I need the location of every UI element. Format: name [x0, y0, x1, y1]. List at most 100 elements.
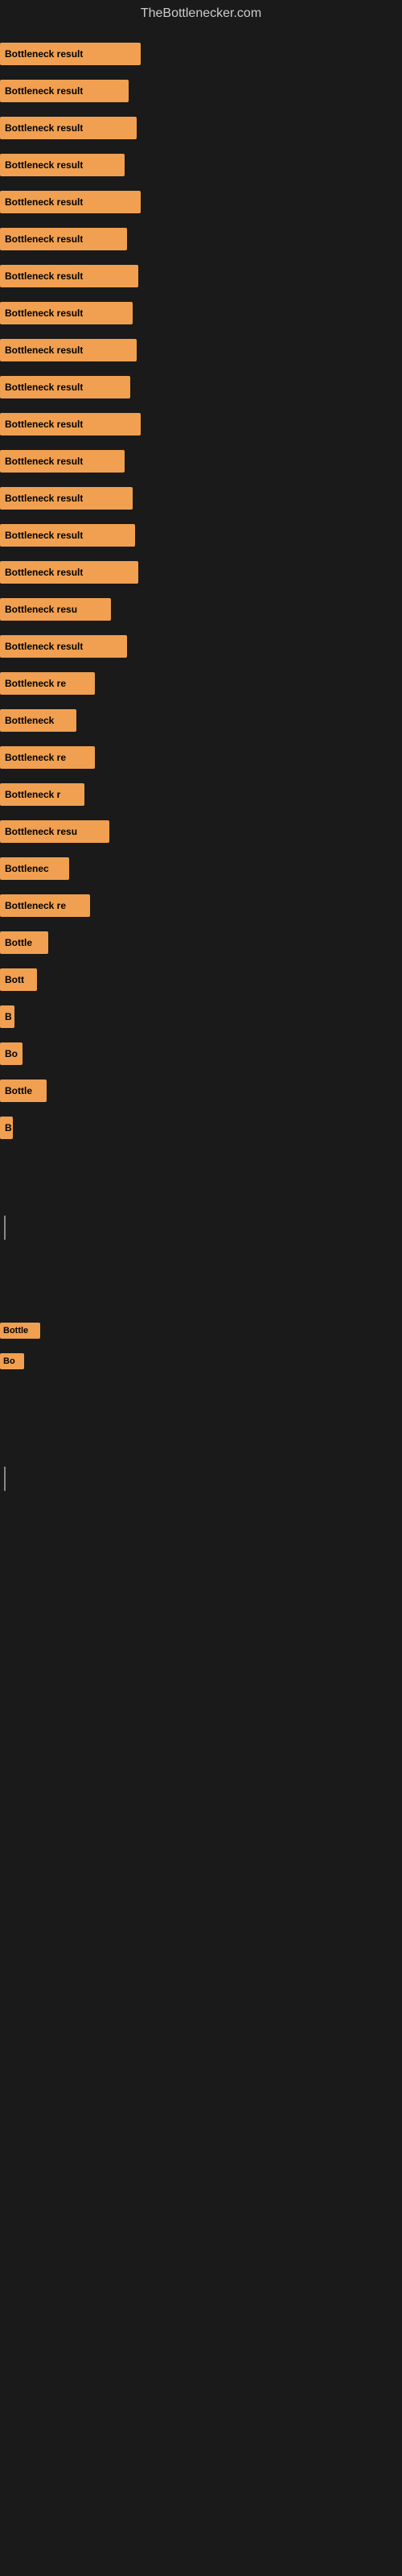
bottleneck-bar: Bottleneck result	[0, 524, 135, 547]
small-bar-label: Bottle	[3, 1326, 28, 1335]
small-bottleneck-bar: Bottle	[0, 1323, 40, 1339]
bottleneck-bar: Bottleneck result	[0, 450, 125, 473]
bar-label: Bottleneck resu	[5, 604, 77, 615]
bar-label: Bottleneck re	[5, 900, 66, 911]
bar-row: Bottleneck result	[0, 258, 402, 295]
bar-row: Bottleneck result	[0, 147, 402, 184]
bottleneck-bar: Bottleneck result	[0, 80, 129, 102]
cursor-line	[4, 1216, 6, 1240]
small-bar-row: Bo	[0, 1348, 402, 1375]
bar-label: Bottleneck result	[5, 382, 83, 393]
bar-row: Bott	[0, 961, 402, 998]
site-title: TheBottlenecker.com	[0, 0, 402, 27]
bar-label: B	[5, 1122, 12, 1133]
small-bar-label: Bo	[3, 1356, 15, 1366]
small-bottleneck-bar: Bo	[0, 1353, 24, 1369]
bar-label: Bottleneck resu	[5, 826, 77, 837]
bar-label: Bottleneck re	[5, 752, 66, 763]
bar-label: Bottleneck result	[5, 48, 83, 60]
bottleneck-bar: Bottleneck result	[0, 191, 141, 213]
bottom-space	[0, 1383, 402, 1463]
bar-row: Bottleneck result	[0, 628, 402, 665]
bar-label: Bottleneck result	[5, 345, 83, 356]
bottleneck-bar: Bottlenec	[0, 857, 69, 880]
bar-row: Bottleneck result	[0, 517, 402, 554]
empty-space	[0, 1146, 402, 1211]
bottleneck-bar: Bottleneck result	[0, 561, 138, 584]
bar-label: Bottleneck r	[5, 789, 60, 800]
bar-row: Bottleneck result	[0, 184, 402, 221]
bar-row: B	[0, 1109, 402, 1146]
bar-label: Bottleneck result	[5, 419, 83, 430]
bottleneck-bar: Bott	[0, 968, 37, 991]
bar-label: Bottleneck	[5, 715, 54, 726]
bar-row: Bottleneck result	[0, 35, 402, 72]
bar-row: Bottleneck result	[0, 221, 402, 258]
bottleneck-bar: B	[0, 1005, 14, 1028]
bar-label: Bottleneck result	[5, 122, 83, 134]
bottleneck-bar: Bottleneck resu	[0, 598, 111, 621]
bar-label: Bottle	[5, 1085, 32, 1096]
bottleneck-bar: Bottleneck result	[0, 117, 137, 139]
bottleneck-bar: Bottleneck result	[0, 43, 141, 65]
bar-label: Bottleneck result	[5, 233, 83, 245]
bar-label: Bottleneck result	[5, 530, 83, 541]
bar-row: Bottleneck result	[0, 480, 402, 517]
bottleneck-bar: Bottleneck re	[0, 672, 95, 695]
bar-row: Bottleneck re	[0, 739, 402, 776]
bottleneck-bar: Bottleneck result	[0, 376, 130, 398]
bar-row: Bottleneck re	[0, 665, 402, 702]
bar-label: B	[5, 1011, 12, 1022]
bar-label: Bottle	[5, 937, 32, 948]
bar-row: Bottleneck resu	[0, 813, 402, 850]
bar-row: Bottleneck result	[0, 109, 402, 147]
bar-row: Bottle	[0, 924, 402, 961]
bar-row: Bottleneck re	[0, 887, 402, 924]
bar-row: Bottleneck result	[0, 332, 402, 369]
bottleneck-bar: Bottleneck	[0, 709, 76, 732]
bottleneck-bar: Bottleneck result	[0, 265, 138, 287]
bar-row: Bottleneck result	[0, 443, 402, 480]
bar-row: Bottleneck result	[0, 406, 402, 443]
bottleneck-bar: Bo	[0, 1042, 23, 1065]
bar-label: Bottleneck result	[5, 493, 83, 504]
bottleneck-bar: B	[0, 1117, 13, 1139]
bar-label: Bottleneck result	[5, 456, 83, 467]
site-title-container: TheBottlenecker.com	[0, 0, 402, 27]
bar-row: Bottleneck r	[0, 776, 402, 813]
bottom-cursor-row	[0, 1463, 402, 1494]
bar-label: Bo	[5, 1048, 18, 1059]
empty-space-2	[0, 1245, 402, 1309]
cursor-row	[0, 1211, 402, 1245]
bar-row: Bottleneck resu	[0, 591, 402, 628]
bottom-cursor-line	[4, 1467, 6, 1491]
bar-row: Bottleneck result	[0, 295, 402, 332]
bar-row: Bottleneck	[0, 702, 402, 739]
bottleneck-bar: Bottle	[0, 1080, 47, 1102]
bar-row: Bottleneck result	[0, 369, 402, 406]
bar-row: Bo	[0, 1035, 402, 1072]
bottleneck-bar: Bottleneck result	[0, 228, 127, 250]
small-bars-section: Bottle Bo	[0, 1309, 402, 1383]
bar-label: Bottleneck re	[5, 678, 66, 689]
bar-row: Bottlenec	[0, 850, 402, 887]
bar-label: Bott	[5, 974, 24, 985]
bottleneck-bar: Bottleneck result	[0, 154, 125, 176]
bar-label: Bottleneck result	[5, 270, 83, 282]
bar-row: Bottleneck result	[0, 554, 402, 591]
bottleneck-bar: Bottleneck re	[0, 894, 90, 917]
bar-label: Bottleneck result	[5, 308, 83, 319]
bar-label: Bottleneck result	[5, 641, 83, 652]
bar-row: Bottleneck result	[0, 72, 402, 109]
bar-label: Bottleneck result	[5, 196, 83, 208]
bottleneck-bar: Bottleneck result	[0, 339, 137, 361]
bottleneck-bar: Bottleneck resu	[0, 820, 109, 843]
bar-label: Bottleneck result	[5, 159, 83, 171]
bar-label: Bottlenec	[5, 863, 49, 874]
bar-row: B	[0, 998, 402, 1035]
bottleneck-bar: Bottleneck result	[0, 413, 141, 436]
bottleneck-bar: Bottleneck re	[0, 746, 95, 769]
bottleneck-bar: Bottle	[0, 931, 48, 954]
bottleneck-bar: Bottleneck r	[0, 783, 84, 806]
bottleneck-bar: Bottleneck result	[0, 635, 127, 658]
